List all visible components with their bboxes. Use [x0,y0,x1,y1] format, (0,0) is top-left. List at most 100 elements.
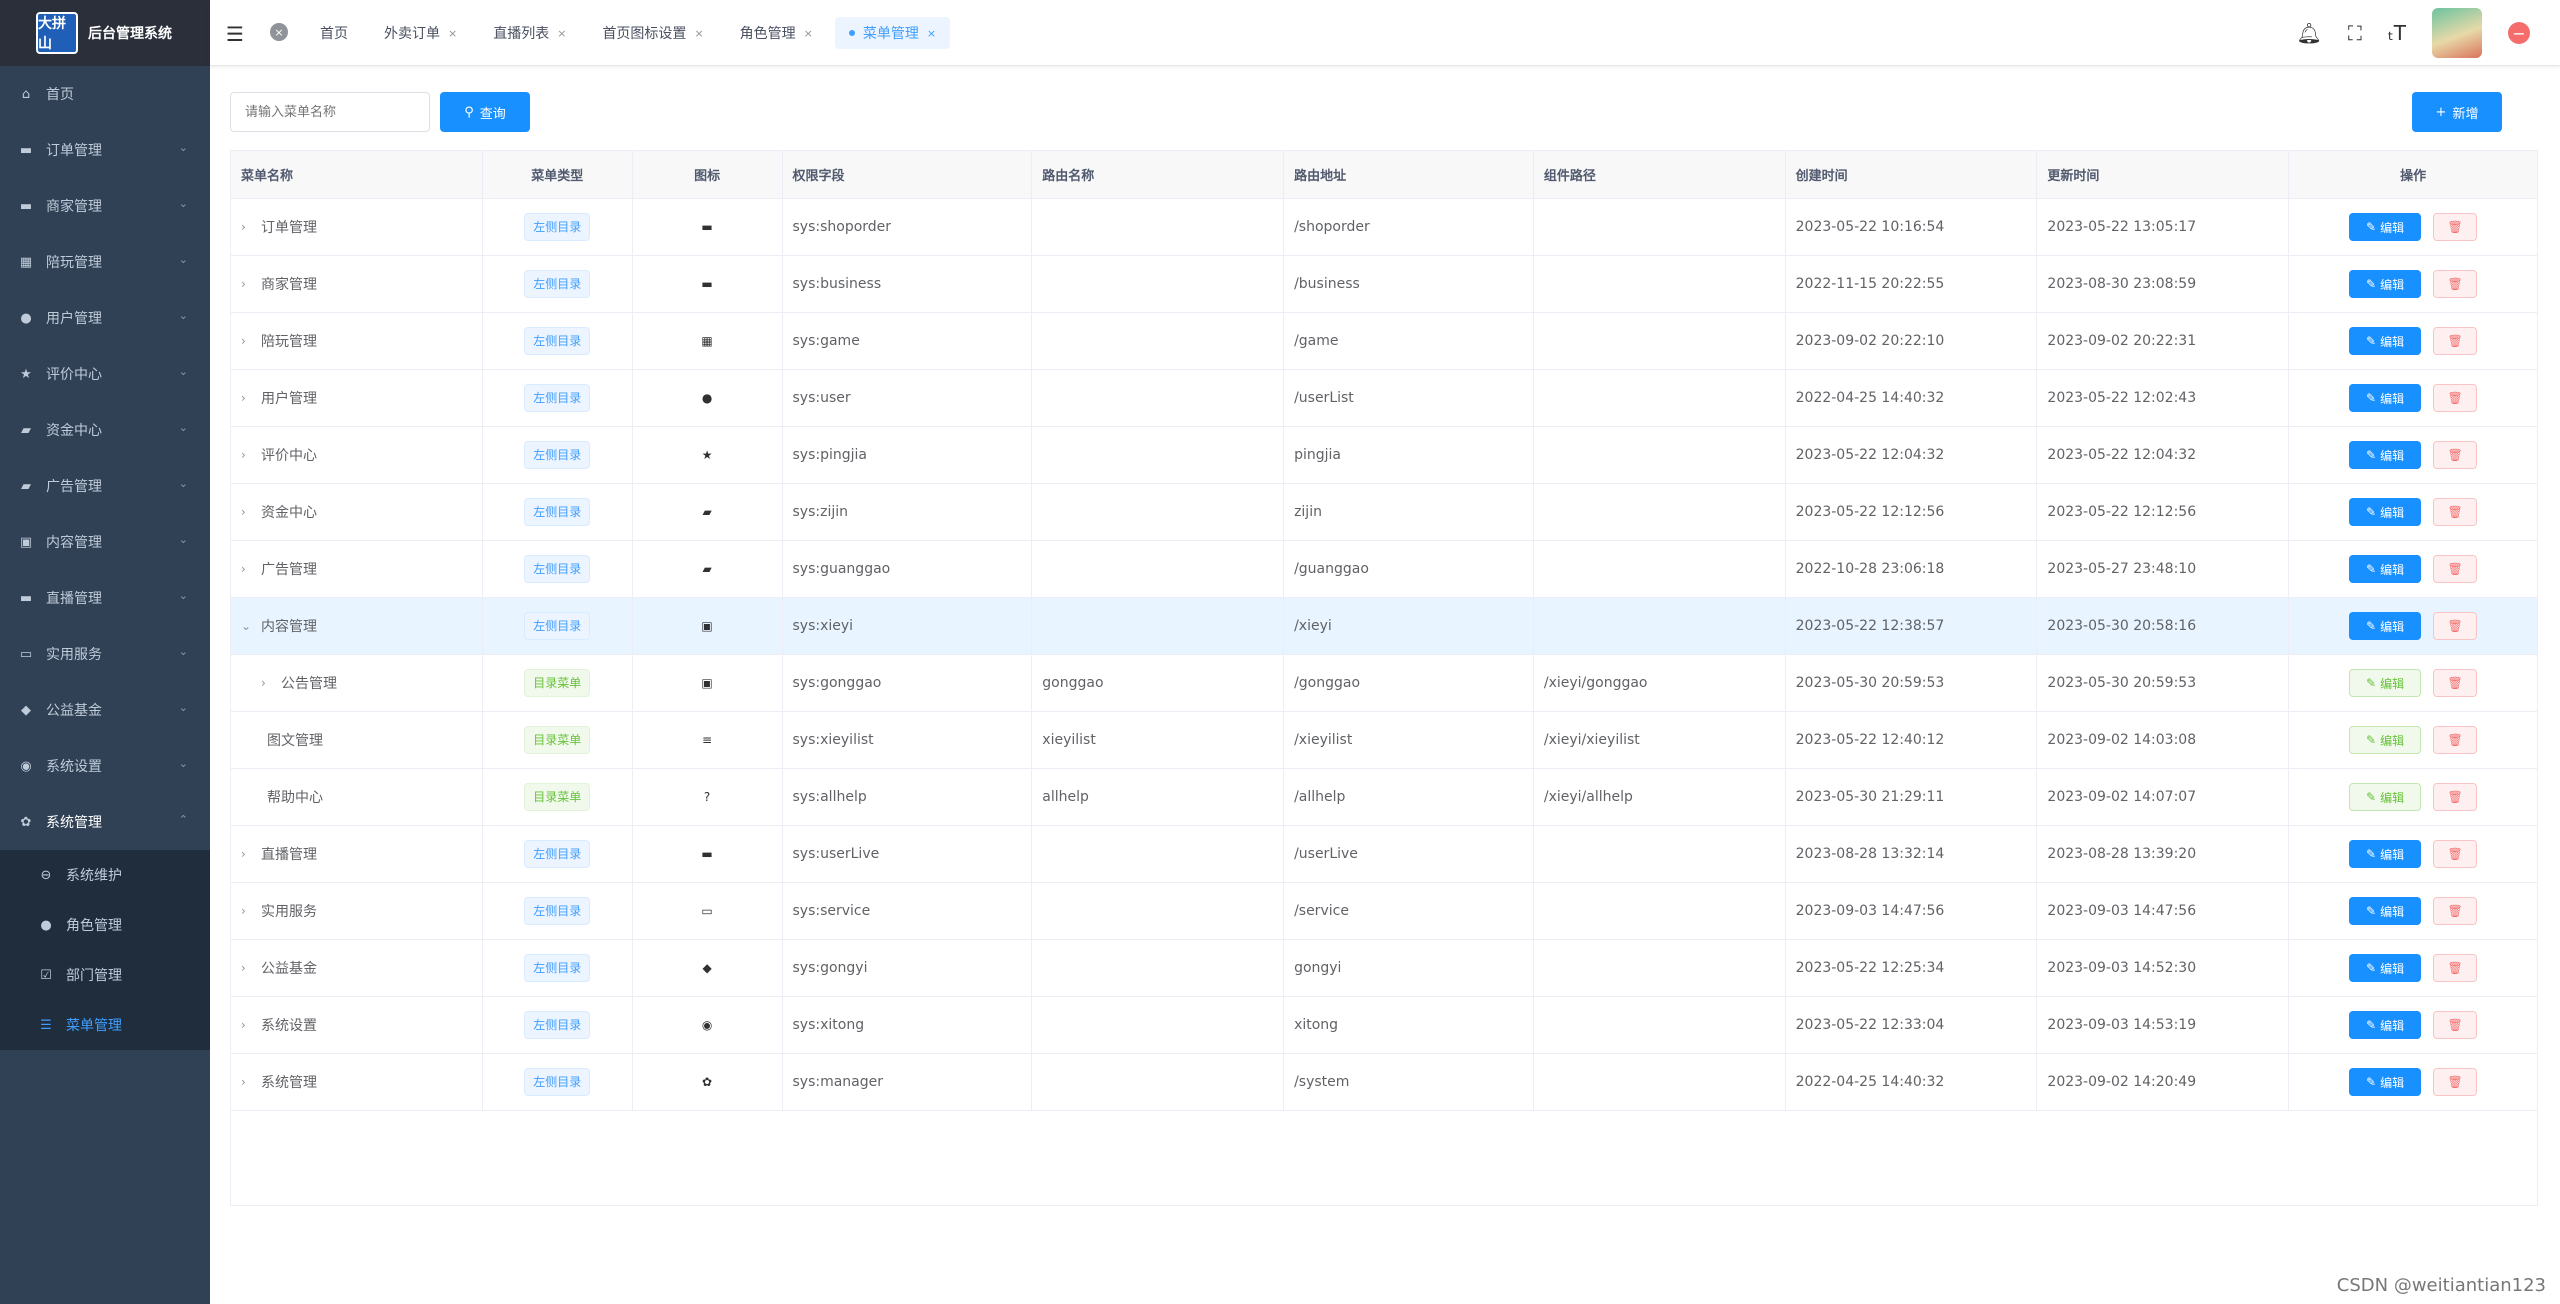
created-time-cell: 2023-09-02 20:22:10 [1786,313,2038,369]
sidebar-item[interactable]: ◉ 系统设置 ⌄ [0,738,210,794]
expand-icon[interactable]: › [241,505,255,519]
permission-cell: sys:game [783,313,1033,369]
edit-button[interactable]: ✎ 编辑 [2349,327,2422,355]
font-size-icon[interactable]: ₜT [2388,21,2406,45]
tab-close-icon[interactable]: × [804,27,813,40]
tab[interactable]: 外卖订单 × [370,17,471,49]
edit-button[interactable]: ✎ 编辑 [2349,498,2422,526]
sidebar-subitem[interactable]: ☰ 菜单管理 [0,1000,210,1050]
expand-icon[interactable]: › [241,904,255,918]
expand-icon[interactable]: ⌄ [241,619,255,633]
tab-close-icon[interactable]: × [694,27,703,40]
logo[interactable]: 大拼山 后台管理系统 [0,0,210,66]
delete-button[interactable]: 🗑︎ [2433,1011,2478,1039]
tab-close-icon[interactable]: × [448,27,457,40]
expand-icon[interactable]: › [241,961,255,975]
edit-button[interactable]: ✎ 编辑 [2349,384,2422,412]
menu-icon: ◆ [702,961,712,975]
sidebar-item[interactable]: ▰ 资金中心 ⌄ [0,402,210,458]
created-time-cell: 2023-05-22 10:16:54 [1786,199,2038,255]
query-button[interactable]: ⚲ 查询 [440,92,530,132]
expand-icon[interactable]: › [241,562,255,576]
delete-button[interactable]: 🗑︎ [2433,783,2478,811]
edit-button[interactable]: ✎ 编辑 [2349,726,2422,754]
expand-icon[interactable]: › [241,448,255,462]
delete-button[interactable]: 🗑︎ [2433,1068,2478,1096]
delete-button[interactable]: 🗑︎ [2433,270,2478,298]
sidebar-item[interactable]: ⌂ 首页 [0,66,210,122]
expand-icon[interactable]: › [241,220,255,234]
tab[interactable]: 角色管理 × [726,17,827,49]
add-button[interactable]: + 新增 [2412,92,2502,132]
tab[interactable]: 首页图标设置 × [588,17,717,49]
route-name-cell: allhelp [1032,769,1285,825]
sidebar-item[interactable]: ▭ 实用服务 ⌄ [0,626,210,682]
sidebar-item[interactable]: ▬ 商家管理 ⌄ [0,178,210,234]
delete-button[interactable]: 🗑︎ [2433,327,2478,355]
edit-button[interactable]: ✎ 编辑 [2349,1011,2422,1039]
hamburger-icon[interactable]: ☰ [226,22,244,46]
delete-button[interactable]: 🗑︎ [2433,954,2478,982]
route-path-cell: /business [1284,256,1534,312]
operations-cell: ✎ 编辑 🗑︎ [2289,769,2537,825]
delete-button[interactable]: 🗑︎ [2433,384,2478,412]
expand-icon[interactable]: › [261,676,275,690]
delete-button[interactable]: 🗑︎ [2433,555,2478,583]
sidebar-item[interactable]: ▣ 内容管理 ⌄ [0,514,210,570]
edit-button[interactable]: ✎ 编辑 [2349,612,2422,640]
sidebar-item[interactable]: ▬ 订单管理 ⌄ [0,122,210,178]
edit-button[interactable]: ✎ 编辑 [2349,270,2422,298]
tab[interactable]: 菜单管理 × [834,17,951,49]
created-time-cell: 2023-05-30 20:59:53 [1786,655,2038,711]
tab[interactable]: 直播列表 × [479,17,580,49]
delete-button[interactable]: 🗑︎ [2433,840,2478,868]
active-dot [848,30,855,36]
avatar[interactable] [2432,8,2482,58]
tab-close-icon[interactable]: × [557,27,566,40]
delete-button[interactable]: 🗑︎ [2433,897,2478,925]
expand-icon[interactable]: › [241,847,255,861]
expand-icon[interactable]: › [241,391,255,405]
delete-button[interactable]: 🗑︎ [2433,213,2478,241]
sidebar-item[interactable]: ✿ 系统管理 ⌃ [0,794,210,850]
route-path-cell: /userLive [1284,826,1534,882]
sidebar-item[interactable]: ▬ 直播管理 ⌄ [0,570,210,626]
edit-button[interactable]: ✎ 编辑 [2349,441,2422,469]
tab[interactable]: 首页 [306,17,362,49]
operations-cell: ✎ 编辑 🗑︎ [2289,313,2537,369]
expand-icon[interactable]: › [241,277,255,291]
tab-close-icon[interactable]: × [927,27,936,40]
delete-button[interactable]: 🗑︎ [2433,669,2478,697]
edit-button[interactable]: ✎ 编辑 [2349,213,2422,241]
edit-button[interactable]: ✎ 编辑 [2349,1068,2422,1096]
close-all-tabs-icon[interactable]: × [270,23,288,41]
edit-button[interactable]: ✎ 编辑 [2349,897,2422,925]
expand-icon[interactable]: › [241,1075,255,1089]
sidebar-subitem[interactable]: ☑ 部门管理 [0,950,210,1000]
sidebar-item[interactable]: ▰ 广告管理 ⌄ [0,458,210,514]
delete-button[interactable]: 🗑︎ [2433,498,2478,526]
sidebar-item[interactable]: ▦ 陪玩管理 ⌄ [0,234,210,290]
edit-button[interactable]: ✎ 编辑 [2349,669,2422,697]
sidebar-item[interactable]: ◆ 公益基金 ⌄ [0,682,210,738]
sidebar-subitem[interactable]: ● 角色管理 [0,900,210,950]
delete-button[interactable]: 🗑︎ [2433,726,2478,754]
edit-button[interactable]: ✎ 编辑 [2349,783,2422,811]
menu-name-search-input[interactable] [230,92,430,132]
sidebar-item[interactable]: ● 用户管理 ⌄ [0,290,210,346]
edit-button[interactable]: ✎ 编辑 [2349,840,2422,868]
delete-button[interactable]: 🗑︎ [2433,441,2478,469]
expand-icon[interactable]: › [241,1018,255,1032]
logout-icon[interactable]: − [2508,22,2530,44]
fullscreen-icon[interactable]: ⛶ [2348,21,2362,45]
chevron-down-icon: ⌄ [178,421,188,434]
bell-icon[interactable]: 🔔︎ [2296,21,2321,45]
sidebar-subitem[interactable]: ⊖ 系统维护 [0,850,210,900]
edit-button[interactable]: ✎ 编辑 [2349,954,2422,982]
sidebar-item[interactable]: ★ 评价中心 ⌄ [0,346,210,402]
route-name-cell [1032,940,1285,996]
expand-icon[interactable]: › [241,334,255,348]
delete-button[interactable]: 🗑︎ [2433,612,2478,640]
permission-cell: sys:zijin [783,484,1033,540]
edit-button[interactable]: ✎ 编辑 [2349,555,2422,583]
